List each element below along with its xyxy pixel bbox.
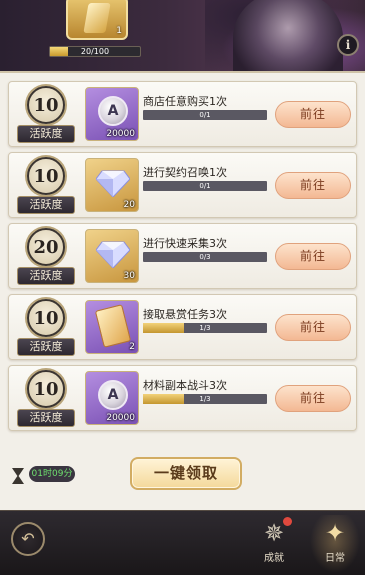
- activity-points-badge: 10 活跃度: [17, 157, 75, 215]
- reward-count: 20: [123, 200, 135, 210]
- activity-points-value: 10: [27, 299, 65, 337]
- task-row: 20 活跃度 30 进行快速采集3次 0/3 前往: [8, 223, 357, 289]
- activity-points-label: 活跃度: [17, 196, 75, 214]
- back-button[interactable]: ↶: [11, 522, 45, 556]
- task-progress-bar: 0/3: [143, 252, 267, 262]
- diamond-icon: [96, 241, 130, 268]
- info-button[interactable]: i: [337, 34, 359, 56]
- reward-card[interactable]: 30: [85, 229, 139, 283]
- hourglass-icon: [12, 468, 24, 484]
- activity-points-value: 10: [27, 157, 65, 195]
- tab-daily[interactable]: ✦ 日常: [310, 515, 360, 573]
- reward-card[interactable]: A 20000: [85, 87, 139, 141]
- activity-points-badge: 10 活跃度: [17, 370, 75, 428]
- reset-timer: 01时09分: [29, 466, 75, 482]
- task-progress-bar: 1/3: [143, 323, 267, 333]
- go-button[interactable]: 前往: [275, 385, 351, 412]
- activity-points-badge: 10 活跃度: [17, 86, 75, 144]
- task-row: 10 活跃度 A 20000 商店任意购买1次 0/1 前往: [8, 81, 357, 147]
- reward-count: 30: [123, 271, 135, 281]
- footer-nav: ↶ ✵ 成就 ✦ 日常: [0, 510, 365, 575]
- diamond-icon: [96, 170, 130, 197]
- activity-points-badge: 20 活跃度: [17, 228, 75, 286]
- task-progress-bar: 1/3: [143, 394, 267, 404]
- task-progress-bar: 0/1: [143, 110, 267, 120]
- tab-achievement[interactable]: ✵ 成就: [249, 515, 299, 573]
- bottom-controls: 01时09分 一键领取: [0, 440, 365, 510]
- activity-points-label: 活跃度: [17, 125, 75, 143]
- activity-progress-text: 20/100: [80, 47, 110, 56]
- task-title: 商店任意购买1次: [143, 95, 227, 108]
- coin-icon: A: [98, 380, 128, 410]
- reward-count: 2: [129, 342, 135, 352]
- task-progress-text: 1/3: [199, 395, 211, 403]
- go-button[interactable]: 前往: [275, 314, 351, 341]
- reward-card[interactable]: 20: [85, 158, 139, 212]
- task-title: 材料副本战斗3次: [143, 379, 227, 392]
- notification-dot: [283, 517, 292, 526]
- task-progress-text: 0/1: [199, 111, 211, 119]
- go-button[interactable]: 前往: [275, 101, 351, 128]
- reward-count: 20000: [106, 129, 135, 139]
- bounty-ticket-icon: [94, 304, 132, 348]
- task-title: 进行快速采集3次: [143, 237, 227, 250]
- activity-points-value: 10: [27, 370, 65, 408]
- reward-card[interactable]: 2: [85, 300, 139, 354]
- tab-daily-label: 日常: [325, 553, 345, 564]
- activity-points-label: 活跃度: [17, 409, 75, 427]
- go-button[interactable]: 前往: [275, 243, 351, 270]
- activity-progress-bar: 20/100: [49, 46, 141, 57]
- task-progress-text: 0/1: [199, 182, 211, 190]
- activity-points-value: 10: [27, 86, 65, 124]
- reward-item-icon: [83, 3, 111, 33]
- milestone-reward-count: 1: [116, 26, 122, 36]
- back-arrow-icon: ↶: [21, 529, 35, 548]
- task-list-panel: 10 活跃度 A 20000 商店任意购买1次 0/1 前往 10 活跃度 20…: [0, 71, 365, 440]
- character-portrait: [233, 0, 343, 80]
- go-button[interactable]: 前往: [275, 172, 351, 199]
- activity-points-value: 20: [27, 228, 65, 266]
- task-progress-text: 0/3: [199, 253, 211, 261]
- claim-all-button[interactable]: 一键领取: [130, 457, 242, 490]
- reward-card[interactable]: A 20000: [85, 371, 139, 425]
- top-banner: 1 20/100 i: [0, 0, 365, 80]
- task-progress-bar: 0/1: [143, 181, 267, 191]
- task-row: 10 活跃度 A 20000 材料副本战斗3次 1/3 前往: [8, 365, 357, 431]
- daily-star-icon: ✦: [324, 519, 346, 547]
- task-title: 接取悬赏任务3次: [143, 308, 227, 321]
- task-title: 进行契约召唤1次: [143, 166, 227, 179]
- coin-icon: A: [98, 96, 128, 126]
- activity-points-badge: 10 活跃度: [17, 299, 75, 357]
- info-icon: i: [345, 38, 351, 52]
- activity-points-label: 活跃度: [17, 267, 75, 285]
- task-row: 10 活跃度 20 进行契约召唤1次 0/1 前往: [8, 152, 357, 218]
- task-progress-text: 1/3: [199, 324, 211, 332]
- task-row: 10 活跃度 2 接取悬赏任务3次 1/3 前往: [8, 294, 357, 360]
- tab-achievement-label: 成就: [264, 553, 284, 564]
- milestone-reward-chest[interactable]: 1: [66, 0, 128, 40]
- activity-points-label: 活跃度: [17, 338, 75, 356]
- reward-count: 20000: [106, 413, 135, 423]
